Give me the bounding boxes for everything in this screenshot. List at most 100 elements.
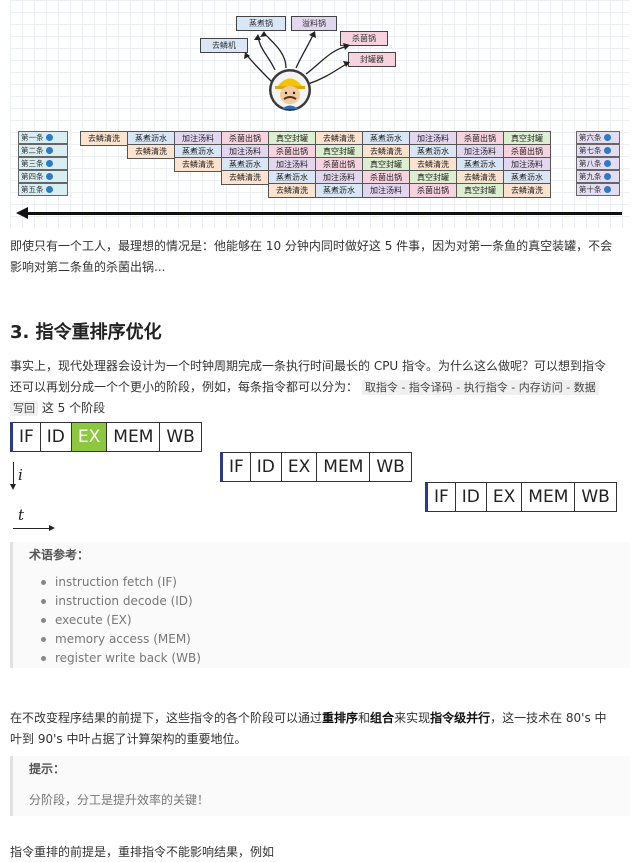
paragraph-text: 在不改变程序结果的前提下，这些指令的各个阶段可以通过 — [10, 711, 323, 725]
stage-if: IF — [223, 452, 251, 482]
pipeline-row-3: IF ID EX MEM WB — [425, 482, 617, 512]
fish-icon — [603, 186, 611, 193]
last-paragraph: 指令重排的前提是，重排指令不能影响结果，例如 — [10, 842, 630, 862]
paragraph-text: 来实现 — [394, 711, 431, 725]
stage-ex: EX — [71, 422, 108, 452]
fish-label-text: 第四条 — [21, 172, 44, 181]
fish-label-text: 第三条 — [21, 159, 44, 168]
stage-if: IF — [13, 422, 41, 452]
stage-mem: MEM — [107, 422, 161, 452]
pipeline-diagram: 蒸煮锅 溢料锅 去鳞机 杀菌锅 封罐器 第一条 第二条 第三条 第四条 第五条 … — [10, 0, 630, 228]
bold-text: 组合 — [370, 711, 395, 725]
fish-label-7: 第七条 — [576, 144, 620, 157]
fish-icon — [603, 147, 611, 154]
paragraph-line: 在不改变程序结果的前提下，这些指令的各个阶段可以通过重排序和组合来实现指令级并行… — [10, 708, 630, 729]
task-cell: 去鳞清洗 — [80, 131, 128, 146]
stage-ex: EX — [281, 452, 318, 482]
task-cell: 去鳞清洗 — [174, 157, 222, 172]
fish-label-2: 第二条 — [18, 144, 68, 157]
stage-wb: WB — [160, 422, 202, 452]
task-cell: 蒸煮沥水 — [315, 183, 363, 198]
fish-label-text: 第五条 — [21, 185, 44, 194]
worker-icon — [269, 69, 311, 111]
stage-id: ID — [40, 422, 72, 452]
list-item: instruction decode (ID) — [41, 592, 630, 611]
fish-label-1: 第一条 — [18, 131, 68, 144]
paragraph-text: 这 5 个阶段 — [41, 401, 106, 415]
tip-title: 提示： — [29, 762, 66, 776]
task-cell: 杀菌出锅 — [409, 183, 457, 198]
bold-text: 重排序 — [322, 711, 359, 725]
terms-list: instruction fetch (IF) instruction decod… — [41, 573, 630, 668]
fish-label-4: 第四条 — [18, 170, 68, 183]
fish-label-6: 第六条 — [576, 131, 620, 144]
bold-text: 指令级并行 — [430, 711, 491, 725]
fish-icon — [45, 160, 53, 167]
axis-t-arrow — [13, 525, 55, 531]
stage-if: IF — [428, 482, 456, 512]
stage-id: ID — [250, 452, 282, 482]
terms-blockquote: 术语参考： instruction fetch (IF) instruction… — [10, 542, 630, 668]
intro-line: 影响对第二条鱼的杀菌出锅... — [10, 260, 166, 274]
pipeline-row-2: IF ID EX MEM WB — [220, 452, 412, 482]
list-item: memory access (MEM) — [41, 630, 630, 649]
fish-label-3: 第三条 — [18, 157, 68, 170]
paragraph-line: 事实上，现代处理器会设计为一个时钟周期完成一条执行时间最长的 CPU 指令。为什… — [10, 359, 607, 373]
task-cell: 去鳞清洗 — [221, 170, 269, 185]
stage-ex: EX — [486, 482, 523, 512]
inline-code: 取指令 - 指令译码 - 执行指令 - 内存访问 - 数据 — [361, 380, 599, 395]
tip-text: 分阶段，分工是提升效率的关键！ — [29, 793, 210, 807]
task-cell: 去鳞清洗 — [268, 183, 316, 198]
list-item: register write back (WB) — [41, 649, 630, 668]
fish-label-9: 第九条 — [576, 170, 620, 183]
stage-mem: MEM — [522, 482, 576, 512]
stage-wb: WB — [575, 482, 617, 512]
fish-icon — [603, 160, 611, 167]
list-item: execute (EX) — [41, 611, 630, 630]
section-paragraph: 事实上，现代处理器会设计为一个时钟周期完成一条执行时间最长的 CPU 指令。为什… — [10, 356, 630, 419]
pipeline-row-1: IF ID EX MEM WB — [10, 422, 202, 452]
paragraph-text: 还可以再划分成一个个更小的阶段，例如，每条指令都可以分为： — [10, 380, 359, 394]
intro-paragraph: 即使只有一个工人，最理想的情况是：他能够在 10 分钟内同时做好这 5 件事，因… — [10, 236, 630, 278]
fish-icon — [45, 186, 53, 193]
task-cell: 真空封罐 — [456, 183, 504, 198]
ilp-paragraph: 在不改变程序结果的前提下，这些指令的各个阶段可以通过重排序和组合来实现指令级并行… — [10, 708, 630, 750]
paragraph-line: 叶到 90's 中叶占据了计算架构的重要地位。 — [10, 732, 247, 746]
task-cell: 去鳞清洗 — [127, 144, 175, 159]
fish-label-text: 第一条 — [21, 133, 44, 142]
fish-label-text: 第十条 — [579, 185, 602, 194]
inline-code: 写回 — [10, 401, 38, 416]
task-cell: 加注汤料 — [362, 183, 410, 198]
fish-icon — [45, 147, 53, 154]
paragraph-line: 写回 这 5 个阶段 — [10, 398, 630, 419]
intro-line: 即使只有一个工人，最理想的情况是：他能够在 10 分钟内同时做好这 5 件事，因… — [10, 239, 613, 253]
stage-wb: WB — [370, 452, 412, 482]
fish-label-text: 第七条 — [579, 146, 602, 155]
stage-id: ID — [455, 482, 487, 512]
paragraph-line: 指令重排的前提是，重排指令不能影响结果，例如 — [10, 845, 275, 859]
fish-label-text: 第八条 — [579, 159, 602, 168]
paragraph-text: 和 — [358, 711, 371, 725]
fish-label-text: 第二条 — [21, 146, 44, 155]
axis-i-arrow — [10, 462, 16, 490]
tip-blockquote: 提示： 分阶段，分工是提升效率的关键！ — [10, 756, 630, 816]
axis-i-label: i — [18, 466, 23, 484]
fish-icon — [603, 134, 611, 141]
fish-icon — [603, 173, 611, 180]
axis-t-label: t — [18, 506, 25, 524]
fish-label-5: 第五条 — [18, 183, 68, 196]
terms-title: 术语参考： — [29, 548, 90, 562]
list-item: instruction fetch (IF) — [41, 573, 630, 592]
fish-label-10: 第十条 — [576, 183, 620, 196]
fish-icon — [45, 134, 53, 141]
paragraph-line: 还可以再划分成一个个更小的阶段，例如，每条指令都可以分为： 取指令 - 指令译码… — [10, 377, 630, 398]
fish-label-8: 第八条 — [576, 157, 620, 170]
fish-icon — [45, 173, 53, 180]
timeline-arrow — [16, 207, 622, 219]
stage-mem: MEM — [317, 452, 371, 482]
paragraph-text: ，这一技术在 80's 中 — [490, 711, 607, 725]
worker-arrows — [244, 31, 350, 85]
task-cell: 去鳞清洗 — [503, 183, 551, 198]
fish-label-text: 第六条 — [579, 133, 602, 142]
section-title: 3. 指令重排序优化 — [10, 322, 162, 343]
